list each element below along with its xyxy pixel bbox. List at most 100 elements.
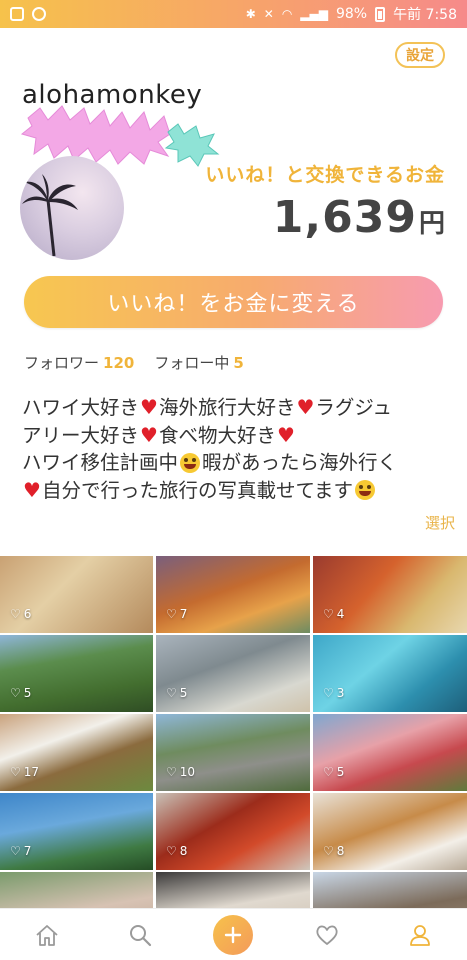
nav-home[interactable] bbox=[27, 915, 67, 955]
like-count: ♡ 5 bbox=[166, 686, 187, 700]
select-button[interactable]: 選択 bbox=[425, 512, 455, 533]
like-count: ♡ 6 bbox=[10, 607, 31, 621]
following-link[interactable]: フォロー中 5 bbox=[154, 352, 243, 373]
profile-bio: ハワイ大好き ♥ 海外旅行大好き ♥ ラグジュ アリー大好き ♥ 食べ物大好き … bbox=[22, 394, 454, 504]
grin-emoji-icon bbox=[180, 452, 201, 473]
avatar[interactable] bbox=[20, 156, 124, 260]
app-notification-icon bbox=[32, 7, 46, 21]
battery-percent: 98% bbox=[335, 6, 368, 22]
like-count-value: 7 bbox=[23, 844, 32, 858]
heart-outline-icon: ♡ bbox=[166, 607, 177, 621]
photo-tile[interactable]: ♡ 5 bbox=[156, 635, 310, 712]
bio-line: ♥ 自分で行った旅行の写真載せてます bbox=[22, 477, 454, 505]
photo-tile[interactable]: ♡ 8 bbox=[156, 793, 310, 870]
like-count-value: 17 bbox=[23, 765, 40, 779]
heart-outline-icon: ♡ bbox=[323, 844, 334, 858]
heart-icon bbox=[316, 925, 338, 945]
profile-icon bbox=[410, 924, 431, 946]
photo-tile[interactable] bbox=[0, 872, 153, 908]
wifi-icon: ◠ bbox=[281, 7, 293, 21]
nav-search[interactable] bbox=[120, 915, 160, 955]
photo-tile[interactable] bbox=[313, 872, 467, 908]
nav-add[interactable] bbox=[213, 914, 254, 955]
heart-outline-icon: ♡ bbox=[166, 765, 177, 779]
balance-amount: 1,639 bbox=[272, 192, 417, 243]
clock: 午前 7:58 bbox=[393, 7, 457, 23]
photo-tile[interactable]: ♡ 10 bbox=[156, 714, 310, 791]
like-count-value: 10 bbox=[179, 765, 196, 779]
like-count: ♡ 10 bbox=[166, 765, 195, 779]
bio-text: 海外旅行大好き bbox=[158, 396, 296, 419]
like-count: ♡ 7 bbox=[10, 844, 31, 858]
balance-unit: 円 bbox=[418, 209, 445, 239]
heart-emoji-icon: ♥ bbox=[296, 395, 315, 419]
bio-text: ラグジュ bbox=[315, 396, 393, 419]
settings-button[interactable]: 設定 bbox=[395, 42, 445, 68]
heart-emoji-icon: ♥ bbox=[140, 422, 158, 447]
like-count: ♡ 8 bbox=[323, 844, 344, 858]
nav-likes[interactable] bbox=[307, 915, 347, 955]
photo-tile[interactable]: ♡ 4 bbox=[313, 556, 467, 633]
followers-label: フォロワー bbox=[24, 354, 100, 372]
like-count: ♡ 5 bbox=[323, 765, 344, 779]
photo-tile[interactable]: ♡ 7 bbox=[0, 793, 153, 870]
bio-line: アリー大好き ♥ 食べ物大好き ♥ bbox=[22, 422, 454, 450]
bluetooth-icon: ✱ bbox=[245, 7, 256, 21]
bio-line: ハワイ移住計画中 暇があったら海外行く bbox=[22, 449, 454, 477]
like-count-value: 3 bbox=[336, 686, 345, 700]
convert-likes-button[interactable]: いいね！をお金に変える bbox=[24, 276, 443, 328]
photo-tile[interactable]: ♡ 17 bbox=[0, 714, 153, 791]
like-count-value: 5 bbox=[179, 686, 188, 700]
like-count-value: 7 bbox=[179, 607, 188, 621]
photo-tile[interactable]: ♡ 6 bbox=[0, 556, 153, 633]
palm-tree-image bbox=[22, 174, 78, 257]
bio-text: 暇があったら海外行く bbox=[202, 451, 398, 474]
status-left bbox=[10, 7, 46, 21]
following-label: フォロー中 bbox=[154, 354, 230, 372]
photo-tile[interactable] bbox=[156, 872, 310, 908]
like-count-value: 6 bbox=[23, 607, 32, 621]
grin-emoji-icon bbox=[354, 480, 375, 501]
bio-text: 自分で行った旅行の写真載せてます bbox=[41, 478, 353, 502]
like-count: ♡ 4 bbox=[323, 607, 344, 621]
photo-tile[interactable]: ♡ 7 bbox=[156, 556, 310, 633]
heart-outline-icon: ♡ bbox=[10, 686, 21, 700]
like-count-value: 8 bbox=[336, 844, 345, 858]
status-right: ✱ ✕ ◠ ▂▄▆ 98% 午前 7:58 bbox=[246, 4, 457, 24]
bio-line: ハワイ大好き ♥ 海外旅行大好き ♥ ラグジュ bbox=[22, 394, 454, 422]
heart-outline-icon: ♡ bbox=[10, 607, 21, 621]
battery-icon bbox=[375, 6, 386, 22]
follow-row: フォロワー 120 フォロー中 5 bbox=[24, 352, 244, 373]
nav-profile[interactable] bbox=[400, 915, 440, 955]
heart-outline-icon: ♡ bbox=[323, 686, 334, 700]
heart-outline-icon: ♡ bbox=[166, 844, 177, 858]
heart-outline-icon: ♡ bbox=[10, 765, 21, 779]
like-count-value: 4 bbox=[336, 607, 345, 621]
bio-text: ハワイ移住計画中 bbox=[22, 451, 179, 474]
status-bar: ✱ ✕ ◠ ▂▄▆ 98% 午前 7:58 bbox=[0, 0, 467, 28]
exchange-label: いいね！と交換できるお金 bbox=[205, 164, 445, 186]
like-count: ♡ 7 bbox=[166, 607, 187, 621]
photo-tile[interactable]: ♡ 3 bbox=[313, 635, 467, 712]
heart-outline-icon: ♡ bbox=[323, 765, 334, 779]
bio-text: アリー大好き bbox=[22, 423, 140, 447]
following-count: 5 bbox=[233, 354, 244, 372]
like-count: ♡ 3 bbox=[323, 686, 344, 700]
heart-emoji-icon: ♥ bbox=[276, 422, 295, 447]
followers-link[interactable]: フォロワー 120 bbox=[24, 352, 134, 373]
heart-outline-icon: ♡ bbox=[166, 686, 177, 700]
bio-text: ハワイ大好き bbox=[22, 396, 140, 419]
followers-count: 120 bbox=[103, 354, 135, 372]
photo-tile[interactable]: ♡ 5 bbox=[0, 635, 153, 712]
heart-outline-icon: ♡ bbox=[323, 607, 334, 621]
photo-tile[interactable]: ♡ 8 bbox=[313, 793, 467, 870]
add-icon bbox=[213, 914, 254, 955]
heart-outline-icon: ♡ bbox=[10, 844, 21, 858]
mute-icon: ✕ bbox=[263, 7, 274, 21]
like-count: ♡ 5 bbox=[10, 686, 31, 700]
signal-icon: ▂▄▆ bbox=[300, 7, 328, 21]
like-count-value: 8 bbox=[179, 844, 188, 858]
heart-emoji-icon: ♥ bbox=[140, 395, 158, 419]
photo-tile[interactable]: ♡ 5 bbox=[313, 714, 467, 791]
bio-text: 食べ物大好き bbox=[158, 423, 276, 447]
